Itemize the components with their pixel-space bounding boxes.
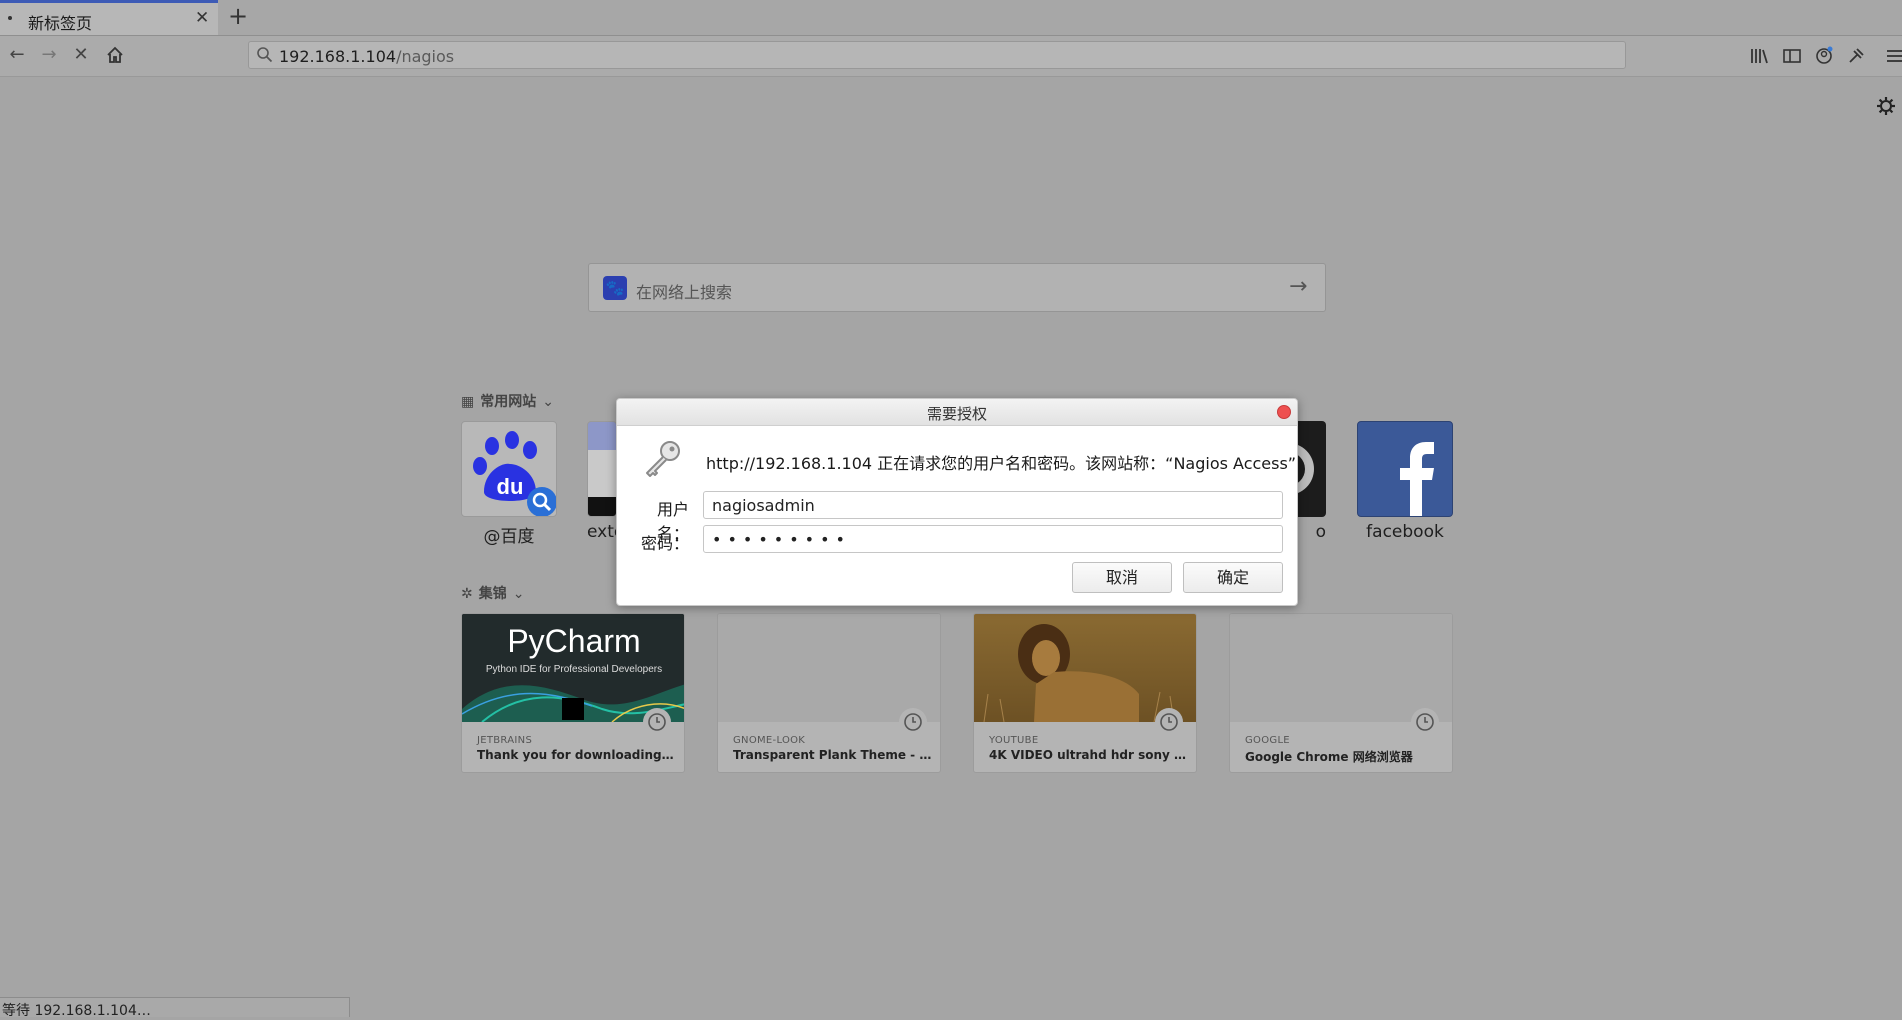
pycharm-title: PyCharm xyxy=(507,623,640,659)
pycharm-subtitle: Python IDE for Professional Developers xyxy=(486,664,662,675)
extensions-thumbnail xyxy=(587,421,617,517)
highlights-sparkle-icon: ✲ xyxy=(461,586,473,602)
facebook-f-icon xyxy=(1357,421,1453,517)
cancel-button[interactable]: 取消 xyxy=(1072,562,1172,593)
navigation-toolbar: ← → ✕ 192.168.1.104/nagios xyxy=(0,36,1902,77)
gear-icon[interactable] xyxy=(1875,95,1897,117)
forward-arrow-icon[interactable]: → xyxy=(38,44,60,66)
baidu-paw-icon: du xyxy=(461,421,557,517)
highlight-card-jetbrains[interactable]: PyCharm Python IDE for Professional Deve… xyxy=(461,613,685,773)
key-icon xyxy=(646,441,680,477)
clock-icon xyxy=(643,708,671,736)
svg-text:du: du xyxy=(497,474,524,499)
library-icon[interactable] xyxy=(1748,45,1770,67)
card-title: Transparent Plank Theme - Gn… xyxy=(733,748,933,762)
blank-thumbnail xyxy=(1230,614,1452,722)
highlight-card-gnome-look[interactable]: GNOME-LOOK Transparent Plank Theme - Gn… xyxy=(717,613,941,773)
top-site-label: exte xyxy=(587,522,625,542)
top-site-label: @百度 xyxy=(483,527,535,547)
pycharm-thumbnail: PyCharm Python IDE for Professional Deve… xyxy=(462,614,684,722)
card-source: GOOGLE xyxy=(1245,735,1290,746)
dialog-message: http://192.168.1.104 正在请求您的用户名和密码。该网站称：“… xyxy=(706,454,1297,473)
baidu-paw-icon: 🐾 xyxy=(603,276,627,300)
sidebar-icon[interactable] xyxy=(1781,45,1803,67)
top-site-extensions[interactable]: exte xyxy=(587,421,625,542)
clock-icon xyxy=(1411,708,1439,736)
card-source: JETBRAINS xyxy=(477,735,533,746)
ok-button[interactable]: 确定 xyxy=(1183,562,1283,593)
card-title: Google Chrome 网络浏览器 xyxy=(1245,750,1413,764)
tab-close-icon[interactable]: ✕ xyxy=(195,8,209,28)
extension-icon[interactable] xyxy=(1845,45,1867,67)
top-site-baidu[interactable]: du @百度 xyxy=(461,421,557,547)
card-title: Thank you for downloading Py… xyxy=(477,748,677,762)
dialog-title: 需要授权 xyxy=(926,405,987,423)
web-search-box[interactable]: 🐾 在网络上搜索 → xyxy=(588,263,1326,312)
auth-dialog: 需要授权 http://192.168.1.104 正在请求您的用户名和密码。该… xyxy=(616,398,1298,606)
blank-thumbnail xyxy=(718,614,940,722)
password-label: 密码： xyxy=(640,534,689,553)
dialog-titlebar[interactable]: 需要授权 xyxy=(617,399,1297,426)
close-icon[interactable] xyxy=(1277,405,1291,419)
url-text: 192.168.1.104/nagios xyxy=(279,47,455,66)
back-arrow-icon[interactable]: ← xyxy=(6,44,28,66)
chevron-down-icon: ⌄ xyxy=(542,394,554,410)
tab-new-tab[interactable]: 新标签页 ✕ xyxy=(0,0,218,35)
clock-icon xyxy=(899,708,927,736)
search-go-arrow-icon[interactable]: → xyxy=(1289,274,1307,299)
url-path: /nagios xyxy=(396,47,455,66)
status-text: 等待 192.168.1.104… xyxy=(2,1003,151,1019)
grid-icon: ▦ xyxy=(461,394,475,410)
account-icon[interactable] xyxy=(1813,45,1835,67)
status-bar: 等待 192.168.1.104… xyxy=(0,997,350,1019)
top-site-label: facebook xyxy=(1366,522,1444,542)
chevron-down-icon: ⌄ xyxy=(512,586,525,602)
tab-title: 新标签页 xyxy=(28,14,93,33)
address-bar[interactable]: 192.168.1.104/nagios xyxy=(248,41,1626,69)
card-source: GNOME-LOOK xyxy=(733,735,806,746)
highlight-card-google[interactable]: GOOGLE Google Chrome 网络浏览器 xyxy=(1229,613,1453,773)
top-sites-heading[interactable]: ▦ 常用网站 ⌄ xyxy=(461,391,554,411)
tab-bar: 新标签页 ✕ + xyxy=(0,0,1902,36)
lion-thumbnail xyxy=(974,614,1196,722)
search-icon xyxy=(257,47,273,63)
highlight-card-youtube[interactable]: YOUTUBE 4K VIDEO ultrahd hdr sony 4K … xyxy=(973,613,1197,773)
menu-hamburger-icon[interactable] xyxy=(1884,45,1902,67)
card-title: 4K VIDEO ultrahd hdr sony 4K … xyxy=(989,748,1189,762)
stop-loading-icon[interactable]: ✕ xyxy=(70,44,92,66)
home-icon[interactable] xyxy=(104,44,126,66)
username-field[interactable] xyxy=(703,491,1283,519)
clock-icon xyxy=(1155,708,1183,736)
highlights-heading[interactable]: ✲ 集锦 ⌄ xyxy=(461,583,524,603)
password-field[interactable] xyxy=(703,525,1283,553)
card-source: YOUTUBE xyxy=(989,735,1039,746)
tab-loading-dot xyxy=(8,16,12,20)
search-placeholder: 在网络上搜索 xyxy=(636,283,733,302)
new-tab-plus-icon[interactable]: + xyxy=(228,2,248,30)
top-site-facebook[interactable]: facebook xyxy=(1357,421,1453,542)
